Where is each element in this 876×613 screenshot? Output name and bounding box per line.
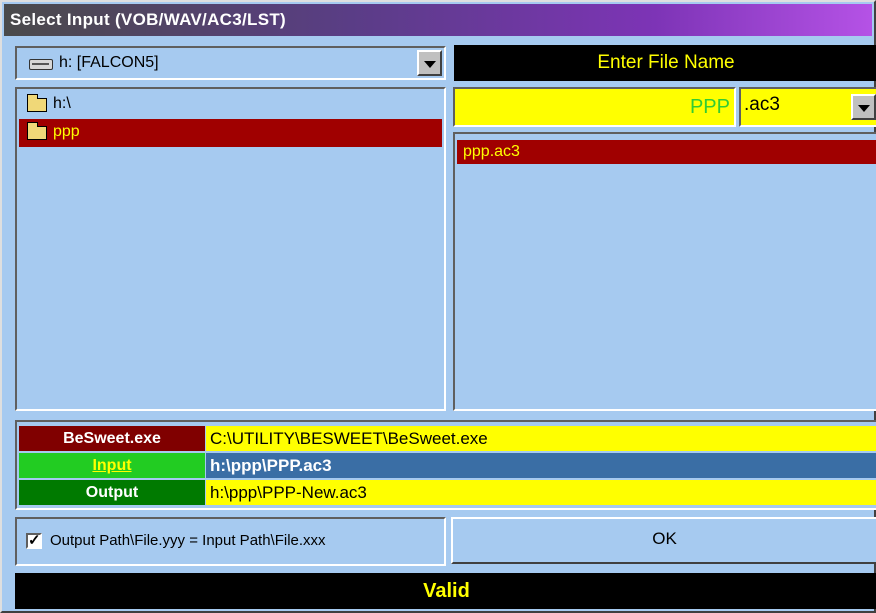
input-path-field[interactable]: h:\ppp\PPP.ac3 <box>206 453 876 478</box>
ok-button[interactable]: OK <box>451 517 876 564</box>
input-label: Input <box>19 453 205 478</box>
path-info-panel: BeSweet.exe C:\UTILITY\BESWEET\BeSweet.e… <box>15 420 876 510</box>
select-input-window: Select Input (VOB/WAV/AC3/LST) h: [FALCO… <box>0 0 876 613</box>
output-label: Output <box>19 480 205 505</box>
file-name-input[interactable]: PPP <box>453 87 736 127</box>
open-folder-icon <box>27 94 47 112</box>
besweet-label: BeSweet.exe <box>19 426 205 451</box>
input-path-row: Input h:\ppp\PPP.ac3 <box>19 453 876 478</box>
directory-item-ppp[interactable]: ppp <box>19 119 442 147</box>
output-path-field[interactable]: h:\ppp\PPP-New.ac3 <box>206 480 876 505</box>
window-title: Select Input (VOB/WAV/AC3/LST) <box>10 10 286 29</box>
same-path-option: ✓ Output Path\File.yyy = Input Path\File… <box>15 517 446 566</box>
open-folder-icon <box>27 122 47 140</box>
file-item-ppp-ac3[interactable]: ppp.ac3 <box>457 140 876 164</box>
besweet-path-row: BeSweet.exe C:\UTILITY\BESWEET\BeSweet.e… <box>19 426 876 451</box>
file-list[interactable]: ppp.ac3 <box>453 132 876 411</box>
title-bar: Select Input (VOB/WAV/AC3/LST) <box>4 4 872 36</box>
drive-select[interactable]: h: [FALCON5] <box>15 46 446 80</box>
output-path-row: Output h:\ppp\PPP-New.ac3 <box>19 480 876 505</box>
drive-dropdown-button[interactable] <box>417 50 442 76</box>
file-name-header: Enter File Name <box>454 45 876 81</box>
same-path-checkbox[interactable]: ✓ <box>26 533 42 549</box>
extension-select[interactable]: .ac3 <box>739 87 876 127</box>
directory-list[interactable]: h:\ ppp <box>15 87 446 411</box>
besweet-path-field[interactable]: C:\UTILITY\BESWEET\BeSweet.exe <box>206 426 876 451</box>
directory-item-label: ppp <box>53 123 80 140</box>
status-bar: Valid <box>15 573 876 609</box>
directory-item-label: h:\ <box>53 95 71 112</box>
directory-item-root[interactable]: h:\ <box>19 91 442 119</box>
extension-select-value: .ac3 <box>744 94 780 115</box>
extension-dropdown-button[interactable] <box>851 94 876 120</box>
drive-icon <box>29 59 53 70</box>
same-path-label: Output Path\File.yyy = Input Path\File.x… <box>50 532 326 549</box>
drive-select-value: h: [FALCON5] <box>59 54 159 71</box>
